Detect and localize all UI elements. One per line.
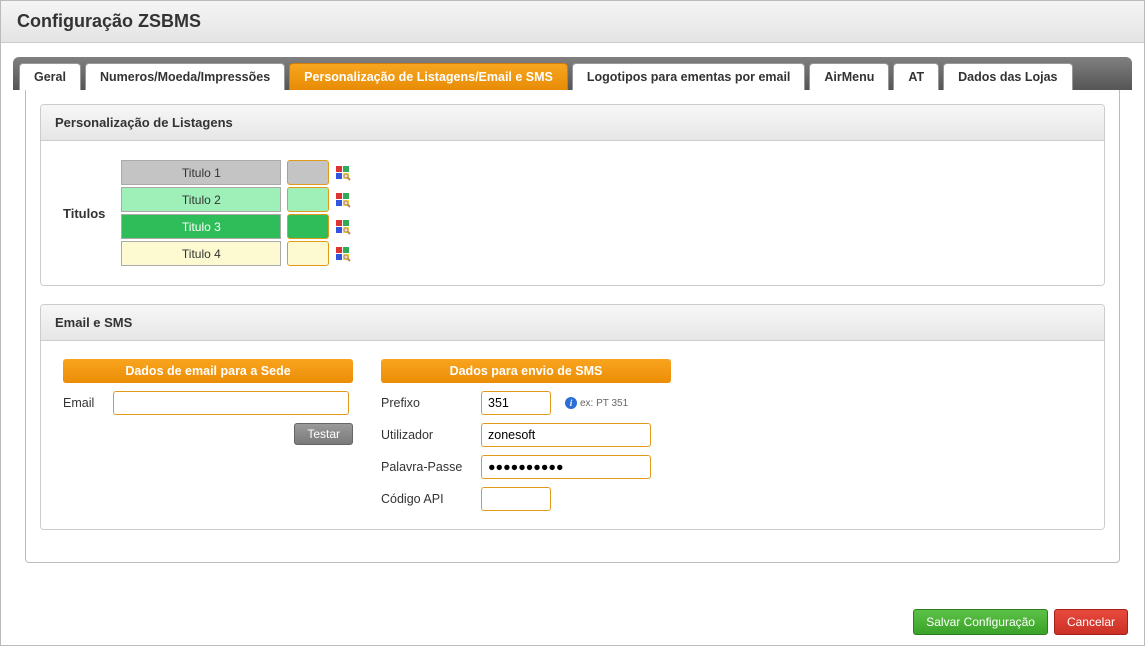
api-label: Código API: [381, 492, 471, 506]
app-window: Configuração ZSBMS Geral Numeros/Moeda/I…: [0, 0, 1145, 646]
pass-label: Palavra-Passe: [381, 460, 471, 474]
cancel-button[interactable]: Cancelar: [1054, 609, 1128, 635]
page-title: Configuração ZSBMS: [17, 11, 201, 32]
info-icon: i: [565, 397, 577, 409]
color-picker-icon-3[interactable]: [335, 219, 351, 235]
tab-logotipos[interactable]: Logotipos para ementas por email: [572, 63, 806, 90]
tab-numeros[interactable]: Numeros/Moeda/Impressões: [85, 63, 285, 90]
tab-bar: Geral Numeros/Moeda/Impressões Personali…: [13, 57, 1132, 90]
color-picker-icon-2[interactable]: [335, 192, 351, 208]
tab-at[interactable]: AT: [893, 63, 939, 90]
color-swatch-3[interactable]: [287, 214, 329, 239]
api-input[interactable]: [481, 487, 551, 511]
tab-dados-lojas[interactable]: Dados das Lojas: [943, 63, 1072, 90]
titulo-box-4[interactable]: Titulo 4: [121, 241, 281, 266]
col-sms-header: Dados para envio de SMS: [381, 359, 671, 383]
tab-geral[interactable]: Geral: [19, 63, 81, 90]
save-button[interactable]: Salvar Configuração: [913, 609, 1048, 635]
panel-email-sms: Email e SMS Dados de email para a Sede E…: [40, 304, 1105, 530]
color-swatch-2[interactable]: [287, 187, 329, 212]
pass-input[interactable]: [481, 455, 651, 479]
titulo-box-2[interactable]: Titulo 2: [121, 187, 281, 212]
color-picker-icon-1[interactable]: [335, 165, 351, 181]
panel-listagens: Personalização de Listagens Titulos Titu…: [40, 104, 1105, 286]
titulo-box-3[interactable]: Titulo 3: [121, 214, 281, 239]
footer-buttons: Salvar Configuração Cancelar: [913, 609, 1128, 635]
user-label: Utilizador: [381, 428, 471, 442]
prefix-label: Prefixo: [381, 396, 471, 410]
tab-content: Personalização de Listagens Titulos Titu…: [25, 90, 1120, 563]
titulo-box-1[interactable]: Titulo 1: [121, 160, 281, 185]
prefix-hint-text: ex: PT 351: [580, 398, 628, 409]
titulos-label: Titulos: [63, 206, 105, 221]
titulo-row-4: Titulo 4: [121, 240, 351, 267]
tab-personalizacao[interactable]: Personalização de Listagens/Email e SMS: [289, 63, 568, 90]
col-email-header: Dados de email para a Sede: [63, 359, 353, 383]
panel-listagens-body: Titulos Titulo 1 Titulo 2: [41, 141, 1104, 285]
panel-email-sms-title: Email e SMS: [41, 305, 1104, 341]
email-label: Email: [63, 396, 103, 410]
test-button[interactable]: Testar: [294, 423, 353, 445]
titulos-list: Titulo 1 Titulo 2: [121, 159, 351, 267]
col-sms: Dados para envio de SMS Prefixo i ex: PT…: [381, 359, 671, 511]
tab-airmenu[interactable]: AirMenu: [809, 63, 889, 90]
titulo-row-3: Titulo 3: [121, 213, 351, 240]
panel-email-sms-body: Dados de email para a Sede Email Testar …: [41, 341, 1104, 529]
prefix-hint: i ex: PT 351: [565, 397, 628, 409]
color-picker-icon-4[interactable]: [335, 246, 351, 262]
col-email: Dados de email para a Sede Email Testar: [63, 359, 353, 511]
prefix-input[interactable]: [481, 391, 551, 415]
color-swatch-4[interactable]: [287, 241, 329, 266]
panel-listagens-title: Personalização de Listagens: [41, 105, 1104, 141]
user-input[interactable]: [481, 423, 651, 447]
tab-container: Geral Numeros/Moeda/Impressões Personali…: [13, 57, 1132, 563]
color-swatch-1[interactable]: [287, 160, 329, 185]
window-header: Configuração ZSBMS: [1, 1, 1144, 43]
email-input[interactable]: [113, 391, 349, 415]
titulo-row-2: Titulo 2: [121, 186, 351, 213]
titulo-row-1: Titulo 1: [121, 159, 351, 186]
